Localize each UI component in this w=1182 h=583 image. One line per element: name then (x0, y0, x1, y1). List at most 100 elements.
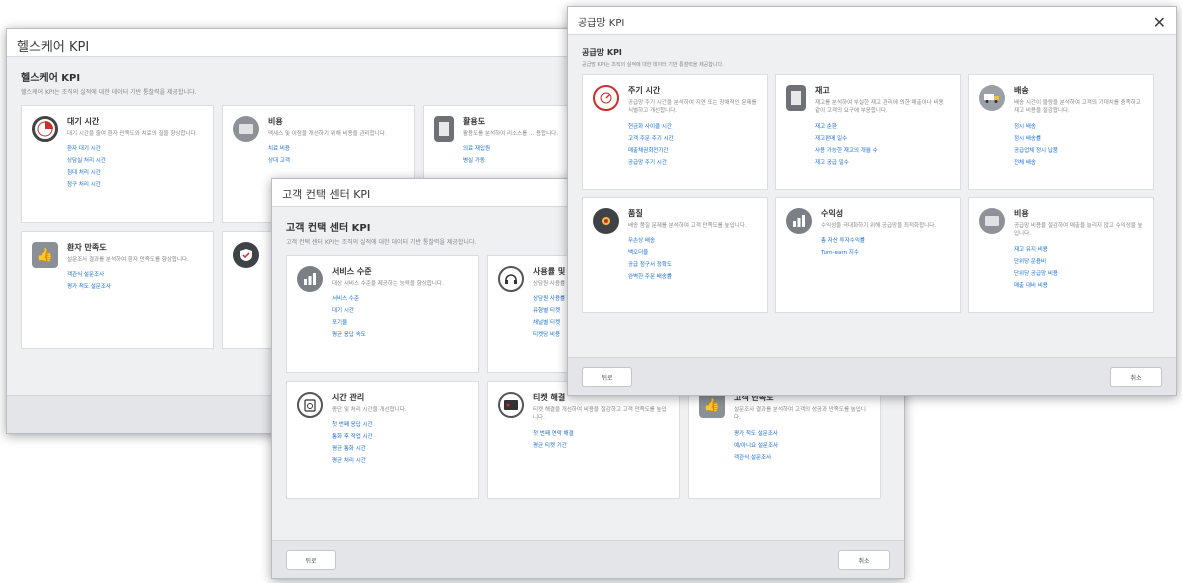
kpi-link[interactable]: 평가 척도 설문조사 (734, 429, 870, 437)
kpi-link[interactable]: 매출 대비 비용 (1014, 281, 1143, 289)
kpi-link[interactable]: 평균 처리 시간 (332, 456, 468, 464)
stopwatch-icon (297, 392, 323, 418)
card-title: 수익성 (821, 209, 844, 218)
kpi-link[interactable]: 상담실 처리 시간 (67, 156, 203, 164)
card-inventory[interactable]: 재고 재고를 분석하여 부실한 재고 관리에 의한 매출이나 비용 같이 고객의… (775, 74, 961, 190)
card-description: 대기 시간을 줄여 환자 만족도와 치료의 질을 향상합니다. (67, 131, 198, 137)
card-title: 주기 시간 (628, 86, 661, 95)
kpi-link[interactable]: 총 자산 투자수익률 (821, 236, 950, 244)
kpi-link[interactable]: 대기 시간 (332, 306, 468, 314)
kpi-link[interactable]: 첫 번째 응답 시간 (332, 420, 468, 428)
window-title: 공급망 KPI (568, 7, 1176, 35)
kpi-link[interactable]: 침대 처리 시간 (67, 168, 203, 176)
kpi-link[interactable]: 백오더율 (628, 248, 757, 256)
truck-icon (979, 85, 1005, 111)
kpi-link[interactable]: 완벽한 주문 배송률 (628, 272, 757, 280)
clock-icon (32, 116, 58, 142)
card-cost[interactable]: 비용 공급망 비용을 절감하여 매출을 늘리지 않고 수익성을 높입니다. 재고… (968, 197, 1154, 313)
kpi-link[interactable]: 고객 주문 주기 시간 (628, 134, 757, 142)
card-description: 액세스 및 이점을 개선하기 위해 비용을 관리합니다. (268, 131, 387, 137)
card-description: 종단 및 처리 시간을 개선합니다. (332, 407, 407, 413)
kpi-link[interactable]: 통화 후 작업 시간 (332, 432, 468, 440)
card-profitability[interactable]: 수익성 수익성을 극대화하기 위해 공급망을 최적화합니다. 총 자산 투자수익… (775, 197, 961, 313)
card-cycle-time[interactable]: 주기 시간 공급망 주기 시간을 분석하여 지연 또는 장애적인 문제를 식별하… (582, 74, 768, 190)
ticket-icon (498, 392, 524, 418)
wallet-icon (979, 208, 1005, 234)
kpi-link[interactable]: 사용 가능한 재고의 개월 수 (815, 146, 950, 154)
gauge-icon (593, 85, 619, 111)
bar-chart-icon (297, 266, 323, 292)
kpi-link[interactable]: 공급망 주기 시간 (628, 158, 757, 166)
kpi-link[interactable]: 정시 배송 (1014, 122, 1143, 130)
card-service-level[interactable]: 서비스 수준 대상 서비스 수준을 제공하는 능력을 향상합니다. 서비스 수준… (286, 255, 479, 373)
card-title: 배송 (1014, 86, 1029, 95)
kpi-link[interactable]: 재고 유지 비용 (1014, 245, 1143, 253)
kpi-link[interactable]: 무손상 배송 (628, 236, 757, 244)
card-description: 수익성을 극대화하기 위해 공급망을 최적화합니다. (821, 223, 937, 229)
headset-icon (498, 266, 524, 292)
kpi-link[interactable]: 공급업체 정시 납품 (1014, 146, 1143, 154)
kpi-link[interactable]: 치료 비용 (268, 144, 404, 152)
kpi-link[interactable]: 단위당 운용비 (1014, 257, 1143, 265)
close-icon[interactable]: ✕ (1153, 13, 1166, 32)
kpi-link[interactable]: 매출채권회전기간 (628, 146, 757, 154)
card-title: 재고 (815, 86, 830, 95)
cancel-button[interactable]: 취소 (1110, 367, 1162, 387)
kpi-link[interactable]: 평가 척도 설문조사 (67, 282, 203, 290)
kpi-link[interactable]: 공급 청구서 정확도 (628, 260, 757, 268)
kpi-link[interactable]: 재고 공급 일수 (815, 158, 950, 166)
kpi-link[interactable]: 첫 번째 연락 해결 (533, 429, 669, 437)
card-description: 공급망 비용을 절감하여 매출을 늘리지 않고 수익성을 높입니다. (1014, 223, 1143, 238)
wallet-icon (233, 116, 259, 142)
supply-chain-kpi-window: 공급망 KPI ✕ 공급망 KPI 공급망 KPI는 조직의 실적에 대한 데이… (567, 6, 1177, 396)
card-description: 설문조사 결과를 분석하여 고객의 성공과 만족도를 높입니다. (734, 407, 866, 422)
back-button[interactable]: 뒤로 (286, 550, 336, 570)
card-title: 비용 (268, 117, 283, 126)
kpi-link[interactable]: 예/아니요 설문조사 (734, 441, 870, 449)
kpi-link[interactable]: 평균 통화 시간 (332, 444, 468, 452)
card-title: 대기 시간 (67, 117, 100, 126)
card-ticket-resolution[interactable]: 티켓 해결 티켓 해결을 개선하여 비용을 절감하고 고객 만족도를 높입니다.… (487, 381, 680, 499)
kpi-link[interactable]: 청구 처리 시간 (67, 180, 203, 188)
card-description: 설문조사 결과를 분석하여 환자 만족도를 향상합니다. (67, 257, 189, 263)
kpi-link[interactable]: 평균 응답 속도 (332, 330, 468, 338)
kpi-link[interactable]: Turn-earn 지수 (821, 248, 950, 256)
medal-icon (593, 208, 619, 234)
kpi-link[interactable]: 서비스 수준 (332, 294, 468, 302)
kpi-link[interactable]: 현금화 사이클 시간 (628, 122, 757, 130)
kpi-link[interactable]: 포기율 (332, 318, 468, 326)
card-description: 배송 품질 문제를 분석하여 고객 만족도를 높입니다. (628, 223, 747, 229)
bar-chart-icon (786, 208, 812, 234)
card-quality[interactable]: 품질 배송 품질 문제를 분석하여 고객 만족도를 높입니다. 무손상 배송 백… (582, 197, 768, 313)
section-description: 헬스케어 KPI는 조직의 실적에 대한 데이터 기반 통찰력을 제공합니다. (21, 89, 197, 96)
back-button[interactable]: 뒤로 (582, 367, 632, 387)
kpi-link[interactable]: 단위당 공급망 비용 (1014, 269, 1143, 277)
card-description: 공급망 주기 시간을 분석하여 지연 또는 장애적인 문제를 식별하고 개선합니… (628, 100, 757, 115)
kpi-link[interactable]: 재고 순환 (815, 122, 950, 130)
thumbs-up-icon: 👍 (32, 242, 58, 268)
card-description: 티켓 해결을 개선하여 비용을 절감하고 고객 만족도를 높입니다. (533, 407, 667, 422)
kpi-link[interactable]: 재고판매 일수 (815, 134, 950, 142)
card-time-management[interactable]: 시간 관리 종단 및 처리 시간을 개선합니다. 첫 번째 응답 시간 통화 후… (286, 381, 479, 499)
clipboard-icon (434, 116, 454, 142)
section-description: 공급망 KPI는 조직의 실적에 대한 데이터 기반 통찰력을 제공합니다. (582, 62, 724, 68)
card-wait-time[interactable]: 대기 시간 대기 시간을 줄여 환자 만족도와 치료의 질을 향상합니다. 환자… (21, 105, 214, 223)
kpi-link[interactable]: 정시 배송률 (1014, 134, 1143, 142)
kpi-link[interactable]: 객관식 설문조사 (67, 270, 203, 278)
card-delivery[interactable]: 배송 배송 시간이 물량을 분석하여 고객의 기대치를 충족하고 재고 비용을 … (968, 74, 1154, 190)
section-heading: 헬스케어 KPI (21, 73, 81, 84)
kpi-link[interactable]: 평균 티켓 기간 (533, 441, 669, 449)
card-description: 재고를 분석하여 부실한 재고 관리에 의한 매출이나 비용 같이 고객의 요구… (815, 100, 944, 115)
kpi-link[interactable]: 전체 배송 (1014, 158, 1143, 166)
card-customer-satisfaction[interactable]: 👍 고객 만족도 설문조사 결과를 분석하여 고객의 성공과 만족도를 높입니다… (688, 381, 881, 499)
card-description: 배송 시간이 물량을 분석하여 고객의 기대치를 충족하고 재고 비용을 절감합… (1014, 100, 1141, 115)
card-title: 서비스 수준 (332, 267, 372, 276)
kpi-link[interactable]: 환자 대기 시간 (67, 144, 203, 152)
kpi-link[interactable]: 상대 고객 (268, 156, 404, 164)
card-title: 비용 (1014, 209, 1029, 218)
clipboard-icon (786, 85, 806, 111)
cancel-button[interactable]: 취소 (838, 550, 890, 570)
window-title: 헬스케어 KPI (7, 29, 625, 57)
kpi-link[interactable]: 객관식 설문조사 (734, 453, 870, 461)
card-patient-satisfaction[interactable]: 👍 환자 만족도 설문조사 결과를 분석하여 환자 만족도를 향상합니다. 객관… (21, 231, 214, 349)
